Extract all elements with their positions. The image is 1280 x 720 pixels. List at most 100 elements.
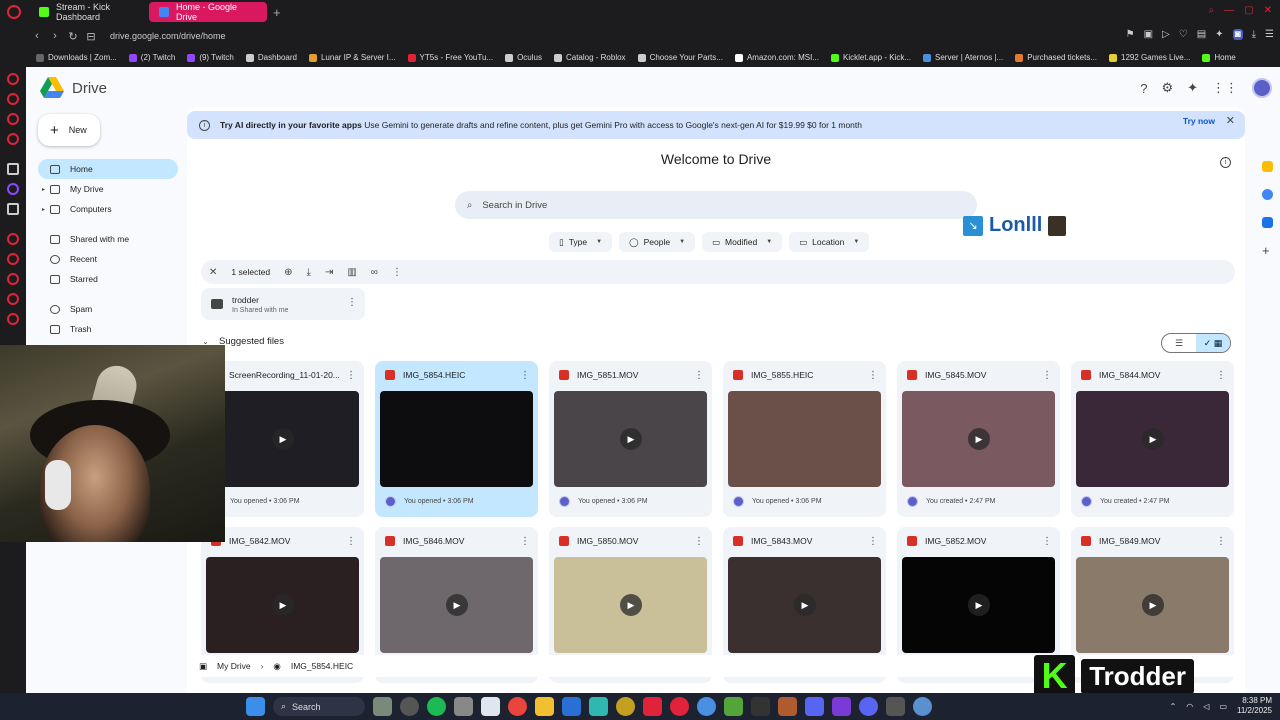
nav-item-computers[interactable]: ▸ Computers: [38, 199, 178, 219]
reload-icon[interactable]: ↻: [64, 30, 82, 43]
wallet-icon[interactable]: ▤: [1197, 29, 1206, 40]
close-icon[interactable]: ✕: [1226, 114, 1235, 127]
bookmark-item[interactable]: Lunar IP & Server I...: [308, 53, 396, 62]
breadcrumb-my-drive[interactable]: My Drive: [217, 661, 251, 671]
download-icon[interactable]: ⤓: [1252, 29, 1256, 40]
discord-icon[interactable]: [859, 697, 878, 716]
file-thumbnail[interactable]: ▶: [206, 557, 359, 653]
app-icon[interactable]: [913, 697, 932, 716]
site-info-icon[interactable]: ⊟: [82, 30, 100, 43]
bookmark-item[interactable]: Home: [1202, 53, 1236, 62]
app-icon[interactable]: [697, 697, 716, 716]
expand-caret-icon[interactable]: ▸: [42, 186, 45, 193]
snapshot-icon[interactable]: ▣: [1144, 29, 1153, 40]
opera-gx-icon[interactable]: [670, 697, 689, 716]
taskbar-search[interactable]: ⌕ Search: [273, 697, 365, 716]
sidebar-app-icon[interactable]: [7, 133, 19, 145]
sidebar-app-icon[interactable]: [7, 313, 19, 325]
more-vert-icon[interactable]: ⋮: [694, 370, 704, 380]
app-icon[interactable]: [589, 697, 608, 716]
file-thumbnail[interactable]: ▶: [554, 557, 707, 653]
bookmark-item[interactable]: Dashboard: [245, 53, 297, 62]
folder-card[interactable]: trodder In Shared with me ⋮: [201, 288, 365, 320]
more-vert-icon[interactable]: ⋮: [868, 536, 878, 546]
chat-icon[interactable]: [454, 697, 473, 716]
play-icon[interactable]: ▶: [1142, 594, 1164, 616]
player-icon[interactable]: ▷: [1162, 29, 1170, 40]
file-card[interactable]: IMG_5851.MOV ⋮ ▶ You opened • 3:06 PM: [549, 361, 712, 517]
new-button[interactable]: + New: [38, 114, 100, 146]
url-field[interactable]: drive.google.com/drive/home: [110, 31, 226, 41]
sidebar-app-icon[interactable]: [7, 93, 19, 105]
contacts-icon[interactable]: [1262, 217, 1273, 228]
more-vert-icon[interactable]: ⋮: [520, 370, 530, 380]
move-icon[interactable]: ⇥: [325, 267, 333, 278]
more-vert-icon[interactable]: ⋮: [1216, 536, 1226, 546]
maximize-button[interactable]: ▢: [1244, 5, 1253, 16]
breadcrumb-file[interactable]: IMG_5854.HEIC: [291, 661, 353, 671]
extensions-icon[interactable]: ✦: [1215, 29, 1223, 40]
app-icon[interactable]: [886, 697, 905, 716]
nav-item-shared-with-me[interactable]: Shared with me: [38, 229, 178, 249]
bookmark-item[interactable]: 1292 Games Live...: [1109, 53, 1190, 62]
photos-icon[interactable]: [481, 697, 500, 716]
more-vert-icon[interactable]: ⋮: [520, 536, 530, 546]
close-window-button[interactable]: ✕: [1264, 5, 1272, 16]
more-vert-icon[interactable]: ⋮: [1216, 370, 1226, 380]
link-icon[interactable]: ∞: [371, 267, 378, 278]
forward-icon[interactable]: ›: [46, 30, 64, 42]
bookmark-item[interactable]: Kicklet.app - Kick...: [830, 53, 911, 62]
heart-icon[interactable]: ♡: [1179, 29, 1188, 40]
app-icon[interactable]: [805, 697, 824, 716]
nav-item-my-drive[interactable]: ▸ My Drive: [38, 179, 178, 199]
nav-item-trash[interactable]: Trash: [38, 319, 178, 339]
file-thumbnail[interactable]: ▶: [728, 557, 881, 653]
widget-icon[interactable]: [373, 697, 392, 716]
apps-grid-icon[interactable]: ⋮⋮: [1212, 80, 1238, 96]
file-card[interactable]: IMG_5854.HEIC ⋮ You opened • 3:06 PM: [375, 361, 538, 517]
editor-icon[interactable]: [562, 697, 581, 716]
more-vert-icon[interactable]: ⋮: [1042, 370, 1052, 380]
bookmark-item[interactable]: Server | Aternos |...: [923, 53, 1003, 62]
wifi-icon[interactable]: ◠: [1186, 702, 1193, 711]
app-icon[interactable]: [616, 697, 635, 716]
bookmark-item[interactable]: (2) Twitch: [128, 53, 175, 62]
gemini-icon[interactable]: ✦: [1187, 80, 1198, 96]
file-thumbnail[interactable]: [380, 391, 533, 487]
expand-caret-icon[interactable]: ▸: [42, 206, 45, 213]
more-vert-icon[interactable]: ⋮: [346, 536, 356, 546]
nav-item-spam[interactable]: Spam: [38, 299, 178, 319]
sidebar-twitch-icon[interactable]: [7, 183, 19, 195]
windows-start-icon[interactable]: [246, 697, 265, 716]
menu-icon[interactable]: ☰: [1265, 29, 1274, 40]
help-icon[interactable]: ?: [1140, 81, 1147, 96]
sidebar-ai-icon[interactable]: [7, 163, 19, 175]
search-input[interactable]: ⌕ Search in Drive: [455, 191, 977, 219]
sidebar-app-icon[interactable]: [7, 113, 19, 125]
bookmark-item[interactable]: Purchased tickets...: [1015, 53, 1097, 62]
play-icon[interactable]: ▶: [446, 594, 468, 616]
profile-extension-icon[interactable]: ◙: [1232, 29, 1243, 40]
file-thumbnail[interactable]: ▶: [902, 391, 1055, 487]
obs-icon[interactable]: [400, 697, 419, 716]
sidebar-app-icon[interactable]: [7, 273, 19, 285]
minimize-button[interactable]: —: [1224, 5, 1234, 16]
nav-item-home[interactable]: Home: [38, 159, 178, 179]
tasks-icon[interactable]: [1262, 189, 1273, 200]
sidebar-app-icon[interactable]: [7, 73, 19, 85]
tab-google-drive[interactable]: Home - Google Drive: [149, 2, 267, 22]
bookmark-icon[interactable]: ⚑: [1126, 29, 1135, 40]
clear-selection-icon[interactable]: ✕: [209, 267, 217, 278]
sidebar-app-icon[interactable]: [7, 293, 19, 305]
play-icon[interactable]: ▶: [1142, 428, 1164, 450]
account-avatar[interactable]: [1252, 78, 1272, 98]
file-explorer-icon[interactable]: [535, 697, 554, 716]
file-card[interactable]: IMG_5855.HEIC ⋮ You opened • 3:06 PM: [723, 361, 886, 517]
info-icon[interactable]: i: [1220, 157, 1231, 168]
filter-type[interactable]: ▯ Type ▼: [549, 232, 613, 252]
bookmark-item[interactable]: Choose Your Parts...: [637, 53, 723, 62]
search-tabs-icon[interactable]: ⌕: [1209, 5, 1215, 16]
add-icon[interactable]: +: [1262, 244, 1273, 257]
nav-item-recent[interactable]: Recent: [38, 249, 178, 269]
grid-view-icon[interactable]: ✓ ▦: [1196, 334, 1230, 352]
